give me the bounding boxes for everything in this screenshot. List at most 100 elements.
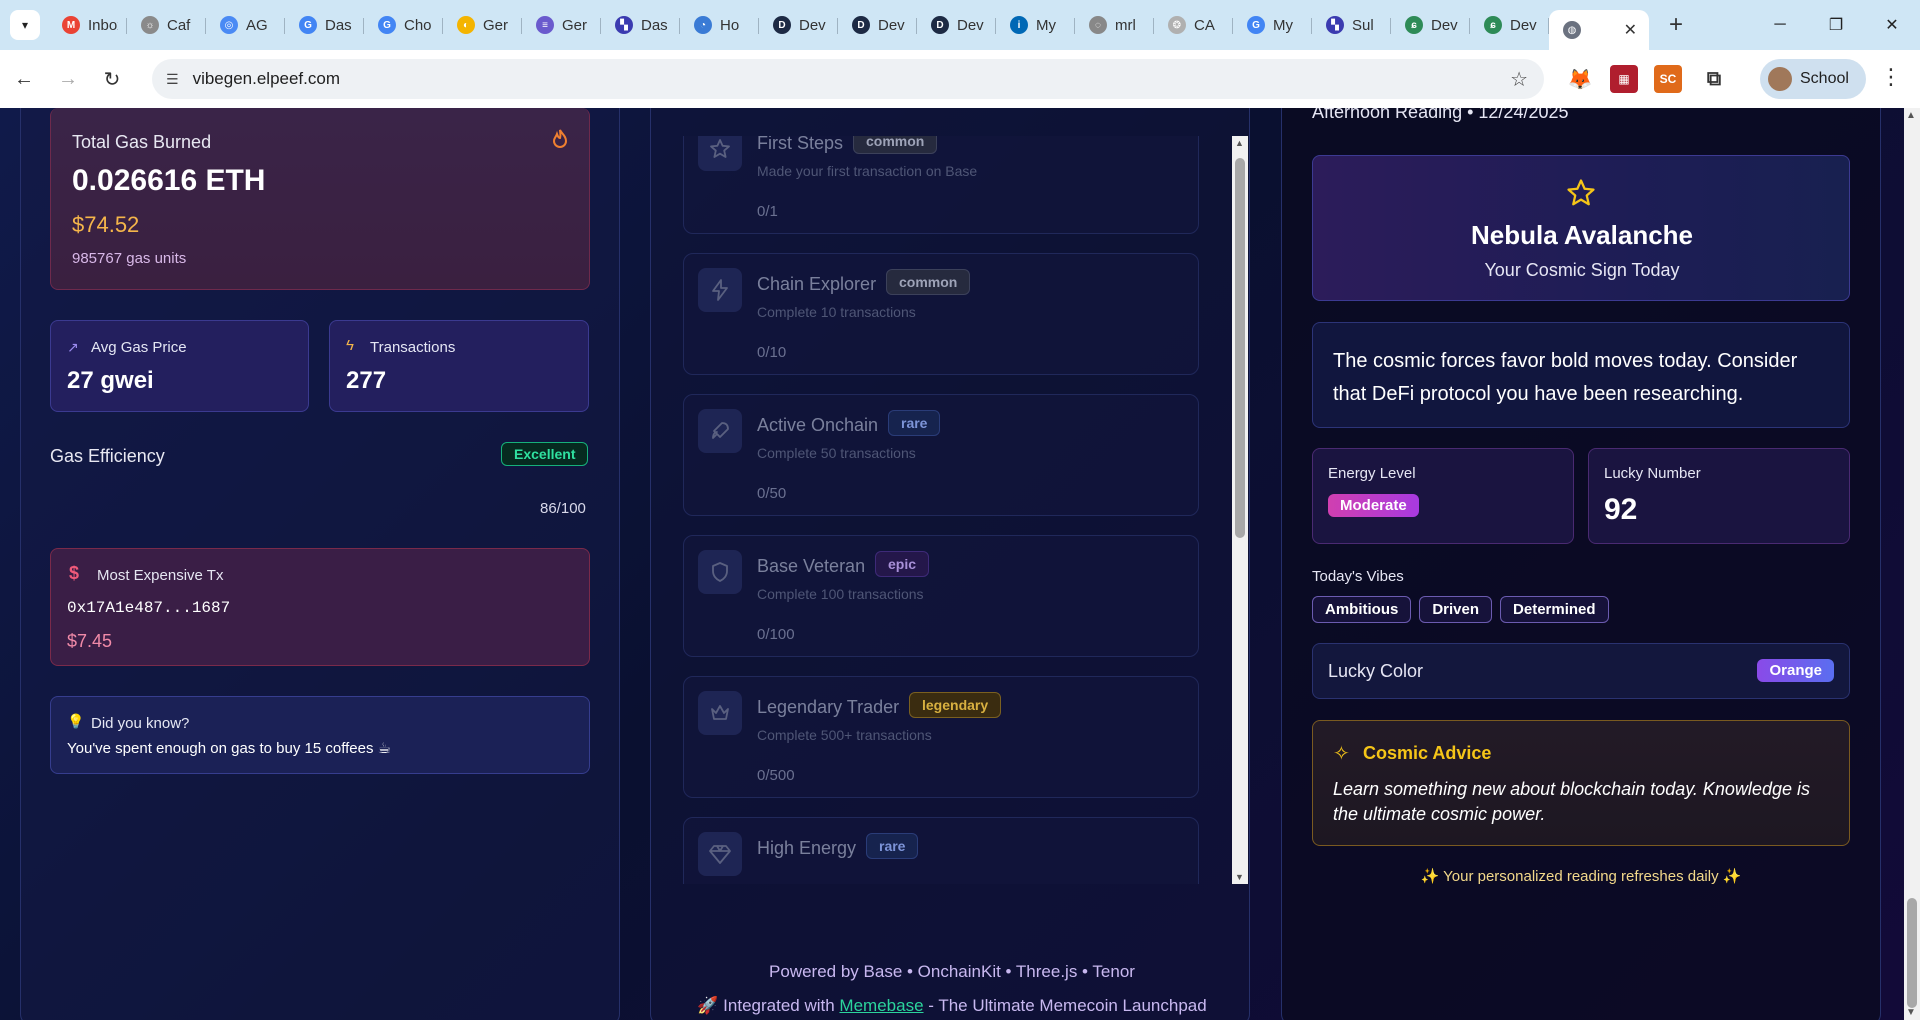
achievement-name: Chain Explorer (757, 274, 877, 294)
browser-tab[interactable]: D Dev (917, 8, 996, 42)
back-button[interactable]: ← (4, 59, 44, 99)
tab-strip: ▾ MInbox☼Caf◎AGGDasGCho◐Ger≡Ger▚Das◔HoDD… (0, 0, 1920, 50)
footer-integrated: 🚀 Integrated with Memebase - The Ultimat… (0, 996, 1904, 1016)
tab-favicon-icon: D (931, 16, 949, 34)
browser-tab[interactable]: ◐ Ger (443, 8, 522, 42)
tab-title: Dev (957, 16, 984, 34)
browser-tab[interactable]: G Das (285, 8, 364, 42)
vibe-chip: Ambitious (1312, 596, 1412, 623)
browser-tab[interactable]: ❂ CA (1154, 8, 1233, 42)
tab-search-button[interactable]: ▾ (10, 10, 40, 40)
tab-title: Sul (1352, 16, 1374, 34)
lucky-color-card: Lucky Color Orange (1312, 643, 1850, 699)
page-scroll-thumb[interactable] (1907, 898, 1917, 1008)
achievement-name: Legendary Trader (757, 697, 900, 717)
achievement-progress: 0/50 (757, 485, 787, 502)
achievement-progress: 0/100 (757, 626, 795, 643)
tab-favicon-icon: G (299, 16, 317, 34)
tab-favicon-icon: ❂ (1168, 16, 1186, 34)
tab-list: M Inbox ☼ Caf ◎ AG G Das G Cho ◐ Ger ≡ Ger ▚ Das ◔ Ho D Dev… (48, 0, 1549, 50)
close-window-button[interactable]: ✕ (1864, 0, 1920, 50)
address-bar: ← → ↻ ☰ vibegen.elpeef.com ☆ 🦊 ▦ SC ⧉ Sc… (0, 50, 1920, 108)
page-scroll-down-icon[interactable]: ▼ (1906, 1007, 1916, 1018)
page-scroll-up-icon[interactable]: ▲ (1906, 110, 1916, 121)
extension-red-icon[interactable]: ▦ (1610, 65, 1638, 93)
achievement-card: High Energy rare (683, 817, 1199, 884)
tab-title: Cho (404, 16, 432, 34)
vibes-label: Today's Vibes (1312, 568, 1404, 585)
memebase-link[interactable]: Memebase (839, 996, 923, 1015)
tab-title: Ger (562, 16, 588, 34)
tab-title: Das (325, 16, 352, 34)
site-info-icon[interactable]: ☰ (166, 71, 179, 88)
tab-active[interactable]: ◍ ✕ (1549, 10, 1649, 50)
achievement-tier-badge: rare (888, 410, 941, 436)
cosmic-advice-card: ✧ Cosmic Advice Learn something new abou… (1312, 720, 1850, 846)
reload-button[interactable]: ↻ (92, 59, 132, 99)
tab-title: CA (1194, 16, 1215, 34)
browser-tab[interactable]: ◎ AG (206, 8, 285, 42)
tab-favicon-icon: ≡ (536, 16, 554, 34)
page-scrollbar[interactable]: ▲ ▼ (1904, 108, 1920, 1020)
browser-tab[interactable]: M Inbox (48, 8, 127, 42)
tab-title: Das (641, 16, 668, 34)
shield-icon (698, 550, 742, 594)
browser-tab[interactable]: i My (996, 8, 1075, 42)
vibe-chip: Driven (1419, 596, 1493, 623)
bookmark-star-icon[interactable]: ☆ (1510, 67, 1528, 92)
achievement-progress: 0/10 (757, 344, 787, 361)
achievement-card: Legendary Trader legendary Complete 500+ t… (683, 676, 1199, 798)
browser-tab[interactable]: ☼ Caf (127, 8, 206, 42)
lucky-number: 92 (1604, 493, 1638, 526)
browser-tab[interactable]: ▚ Sul (1312, 8, 1391, 42)
browser-tab[interactable]: G Cho (364, 8, 443, 42)
browser-tab[interactable]: ɕ Dev (1391, 8, 1470, 42)
window-controls: ─ ❐ ✕ (1752, 0, 1920, 50)
browser-tab[interactable]: ◔ Ho (680, 8, 759, 42)
scroll-up-icon[interactable]: ▲ (1235, 138, 1244, 148)
browser-tab[interactable]: ◌ mrl (1075, 8, 1154, 42)
url-bar[interactable]: ☰ vibegen.elpeef.com ☆ (152, 59, 1544, 99)
browser-tab[interactable]: ▚ Das (601, 8, 680, 42)
tab-title: Dev (1431, 16, 1458, 34)
extensions-puzzle-icon[interactable]: ⧉ (1700, 65, 1728, 93)
browser-tab[interactable]: D Dev (759, 8, 838, 42)
energy-card: Energy Level Moderate (1312, 448, 1574, 544)
new-tab-button[interactable]: + (1669, 11, 1683, 39)
extension-sc-icon[interactable]: SC (1654, 65, 1682, 93)
browser-tab[interactable]: ɕ Dev (1470, 8, 1549, 42)
achievement-card: Active Onchain rare Complete 50 transactio… (683, 394, 1199, 516)
browser-tab[interactable]: G My (1233, 8, 1312, 42)
sparkles-icon: ✧ (1333, 743, 1350, 765)
profile-label: School (1800, 70, 1849, 87)
forward-button[interactable]: → (48, 59, 88, 99)
profile-button[interactable]: School (1760, 59, 1866, 99)
tab-favicon-icon: G (378, 16, 396, 34)
achievement-card: Chain Explorer common Complete 10 transact… (683, 253, 1199, 375)
achievement-name: Base Veteran (757, 556, 866, 576)
metamask-extension-icon[interactable]: 🦊 (1566, 65, 1594, 93)
close-tab-icon[interactable]: ✕ (1624, 20, 1637, 40)
tab-title: Ger (483, 16, 509, 34)
achievements-scrollbar[interactable]: ▲ ▼ (1232, 136, 1248, 884)
crown-icon (698, 691, 742, 735)
achievements-scroll-thumb[interactable] (1235, 158, 1245, 538)
achievement-tier-badge: epic (875, 551, 930, 577)
minimize-button[interactable]: ─ (1752, 0, 1808, 50)
browser-tab[interactable]: D Dev (838, 8, 917, 42)
scroll-down-icon[interactable]: ▼ (1235, 872, 1244, 882)
refresh-note: ✨ Your personalized reading refreshes da… (1420, 868, 1742, 885)
browser-menu-icon[interactable]: ⋮ (1880, 64, 1902, 90)
tab-favicon-icon: ◐ (457, 16, 475, 34)
url-text[interactable]: vibegen.elpeef.com (193, 69, 340, 89)
page-content: Total Gas Burned 0.026616 ETH $74.52 985… (0, 108, 1904, 1020)
lucky-color-label: Lucky Color (1328, 661, 1424, 681)
achievement-name: Active Onchain (757, 415, 879, 435)
restore-button[interactable]: ❐ (1808, 0, 1864, 50)
achievement-description: Complete 50 transactions (757, 445, 916, 461)
browser-tab[interactable]: ≡ Ger (522, 8, 601, 42)
reading-header: Afternoon Reading • 12/24/2025 (1312, 108, 1569, 122)
advice-text: Learn something new about blockchain tod… (1333, 779, 1810, 824)
achievement-tier-badge: common (886, 269, 971, 295)
cosmic-sign-card: Nebula Avalanche Your Cosmic Sign Today (1312, 155, 1850, 301)
